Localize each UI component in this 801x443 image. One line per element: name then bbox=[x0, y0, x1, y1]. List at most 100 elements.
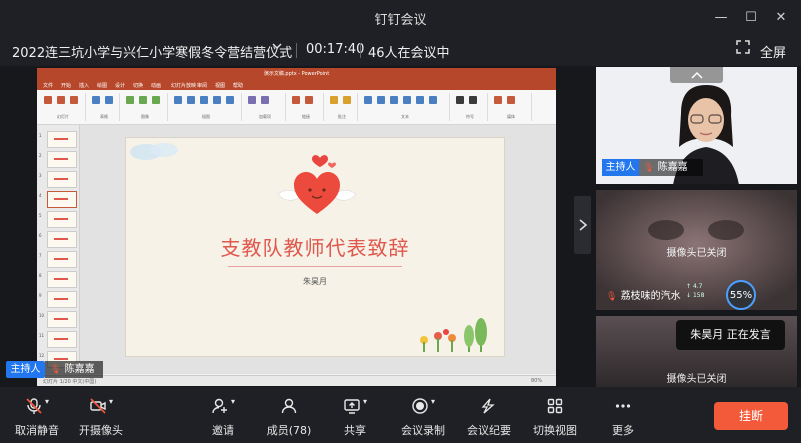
heart-wings-icon bbox=[277, 155, 357, 214]
ppt-zoom-level: 80% bbox=[531, 378, 543, 384]
participant-count[interactable]: 46人在会议中 bbox=[368, 42, 450, 61]
slide-thumbnail bbox=[47, 151, 77, 168]
toolbar-button-more[interactable]: 更多 bbox=[588, 387, 658, 443]
current-slide: 支教队教师代表致辞 朱昊月 bbox=[125, 137, 505, 357]
slide-thumbnail-number: 10 bbox=[39, 313, 45, 318]
app-title: 钉钉会议 bbox=[374, 13, 427, 28]
slide-thumbnail bbox=[47, 251, 77, 268]
slide-thumbnail-number: 8 bbox=[39, 273, 42, 278]
mic-muted-icon: 🎙 bbox=[606, 292, 618, 302]
more-icon bbox=[588, 397, 658, 419]
slide-thumbnail-title-line bbox=[54, 138, 68, 140]
participant-tile[interactable]: 摄像头已关闭 🎙 荔枝味的汽水 ↑ 4.7 ↓ 158 55% bbox=[596, 190, 797, 310]
slide-thumbnail-number: 7 bbox=[39, 253, 42, 258]
ribbon-command-icon bbox=[44, 96, 52, 104]
slide-thumbnail-number: 5 bbox=[39, 213, 42, 218]
slide-thumbnail bbox=[47, 331, 77, 348]
ppt-tab: 绘图 bbox=[97, 83, 108, 89]
ppt-tab: 视图 bbox=[215, 83, 226, 89]
ppt-ribbon-group: 幻灯片 bbox=[41, 93, 86, 121]
slide-thumbnail-number: 9 bbox=[39, 293, 42, 298]
ppt-ribbon-group-label: 幻灯片 bbox=[57, 114, 69, 119]
ribbon-command-icon bbox=[292, 96, 300, 104]
slide-thumbnail-number: 12 bbox=[39, 353, 45, 358]
toolbar-button-record[interactable]: ▾ 会议录制 bbox=[388, 387, 458, 443]
meeting-timer: 00:17:40 bbox=[306, 42, 365, 57]
ppt-ribbon-group-label: 图像 bbox=[141, 114, 149, 119]
ribbon-command-icon bbox=[152, 96, 160, 104]
slide-thumbnail-title-line bbox=[54, 158, 68, 160]
close-button[interactable]: ✕ bbox=[770, 6, 792, 28]
ppt-ribbon-group-label: 链接 bbox=[302, 114, 310, 119]
slide-thumbnail-title-line bbox=[54, 238, 68, 240]
ppt-tab: 设计 bbox=[115, 83, 126, 89]
ppt-ribbon-group-label: 文本 bbox=[401, 114, 409, 119]
ppt-tab: 帮助 bbox=[233, 83, 244, 89]
toolbar-button-mic-muted[interactable]: ▾ 取消静音 bbox=[2, 387, 72, 443]
toolbar-button-add-user[interactable]: ▾ 邀请 bbox=[188, 387, 258, 443]
participant-tile-host[interactable]: 主持人 🎙 陈嘉嘉 bbox=[596, 67, 797, 184]
slide-thumbnail-title-line bbox=[54, 218, 68, 220]
ppt-tab: 动画 bbox=[151, 83, 162, 89]
slide-thumbnail-title-line bbox=[54, 338, 68, 340]
ribbon-command-icon bbox=[213, 96, 221, 104]
ppt-ribbon-group: 媒体 bbox=[491, 93, 532, 121]
toolbar-button-label: 开摄像头 bbox=[79, 424, 123, 437]
upload-rate: ↑ 4.7 bbox=[686, 283, 703, 290]
toolbar-button-camera-off[interactable]: ▾ 开摄像头 bbox=[66, 387, 136, 443]
fullscreen-button[interactable]: 全屏 bbox=[760, 42, 786, 61]
ppt-tab: 开始 bbox=[61, 83, 72, 89]
host-role-badge: 主持人 bbox=[602, 159, 639, 176]
chevron-right-icon[interactable] bbox=[574, 196, 591, 254]
ppt-ribbon-group: 表格 bbox=[89, 93, 120, 121]
slide-thumbnail-title-line bbox=[54, 298, 68, 300]
chevron-down-icon[interactable] bbox=[271, 40, 283, 55]
toolbar-button-minutes[interactable]: 会议纪要 bbox=[454, 387, 524, 443]
minutes-icon bbox=[454, 397, 524, 419]
slide-thumbnail bbox=[47, 131, 77, 148]
grid-view-icon bbox=[520, 397, 590, 419]
ribbon-command-icon bbox=[70, 96, 78, 104]
slide-thumbnail-title-line bbox=[54, 278, 68, 280]
slide-title: 支教队教师代表致辞 bbox=[220, 236, 410, 260]
mic-muted-icon: 🎙 bbox=[50, 365, 62, 375]
add-user-icon: ▾ bbox=[188, 397, 258, 419]
ppt-ribbon-group-label: 媒体 bbox=[507, 114, 515, 119]
toolbar-button-label: 共享 bbox=[344, 424, 366, 437]
meeting-info-bar: 2022连三坑小学与兴仁小学寒假冬令营结营仪式 00:17:40 46人在会议中… bbox=[0, 34, 801, 66]
toolbar-button-label: 邀请 bbox=[212, 424, 234, 437]
slide-thumbnail-title-line bbox=[54, 178, 68, 180]
slide-thumbnail bbox=[47, 271, 77, 288]
hangup-button[interactable]: 挂断 bbox=[714, 402, 788, 430]
speaker-name: 朱昊月 bbox=[690, 328, 724, 341]
ribbon-command-icon bbox=[92, 96, 100, 104]
share-host-role-badge: 主持人 bbox=[6, 361, 45, 378]
ppt-ribbon-group-label: 插图 bbox=[202, 114, 210, 119]
ribbon-command-icon bbox=[377, 96, 385, 104]
ribbon-command-icon bbox=[57, 96, 65, 104]
toolbar-button-grid-view[interactable]: 切换视图 bbox=[520, 387, 590, 443]
meeting-name[interactable]: 2022连三坑小学与兴仁小学寒假冬令营结营仪式 bbox=[12, 42, 292, 61]
toolbar-button-members[interactable]: 成员(78) bbox=[254, 387, 324, 443]
network-stats: ↑ 4.7 ↓ 158 bbox=[686, 282, 704, 300]
ribbon-command-icon bbox=[126, 96, 134, 104]
maximize-button[interactable]: ☐ bbox=[740, 6, 762, 28]
slide-thumbnail-title-line bbox=[54, 358, 68, 360]
toolbar-button-label: 更多 bbox=[612, 424, 634, 437]
host-name-tag: 🎙 陈嘉嘉 bbox=[639, 159, 703, 176]
toolbar-button-share-screen[interactable]: ▾ 共享 bbox=[320, 387, 390, 443]
chevron-up-icon[interactable] bbox=[670, 67, 723, 83]
title-bar: 钉钉会议 — ☐ ✕ bbox=[0, 0, 801, 34]
ppt-ribbon-group-label: 加载项 bbox=[259, 114, 271, 119]
ppt-ribbon-group-label: 批注 bbox=[338, 114, 346, 119]
toolbar-button-label: 成员(78) bbox=[266, 424, 312, 437]
fullscreen-icon[interactable] bbox=[736, 40, 750, 58]
ppt-ribbon-group-label: 表格 bbox=[100, 114, 108, 119]
slide-thumbnail-number: 11 bbox=[39, 333, 45, 338]
speaking-status: 正在发言 bbox=[726, 328, 771, 341]
ppt-ribbon-tabs: 文件 开始 插入 绘图 设计 切换 动画 幻灯片放映 审阅 视图 帮助 bbox=[37, 81, 556, 90]
camera-off-status: 摄像头已关闭 bbox=[666, 374, 727, 385]
ribbon-command-icon bbox=[226, 96, 234, 104]
minimize-button[interactable]: — bbox=[710, 6, 732, 28]
download-rate: ↓ 158 bbox=[686, 292, 705, 299]
